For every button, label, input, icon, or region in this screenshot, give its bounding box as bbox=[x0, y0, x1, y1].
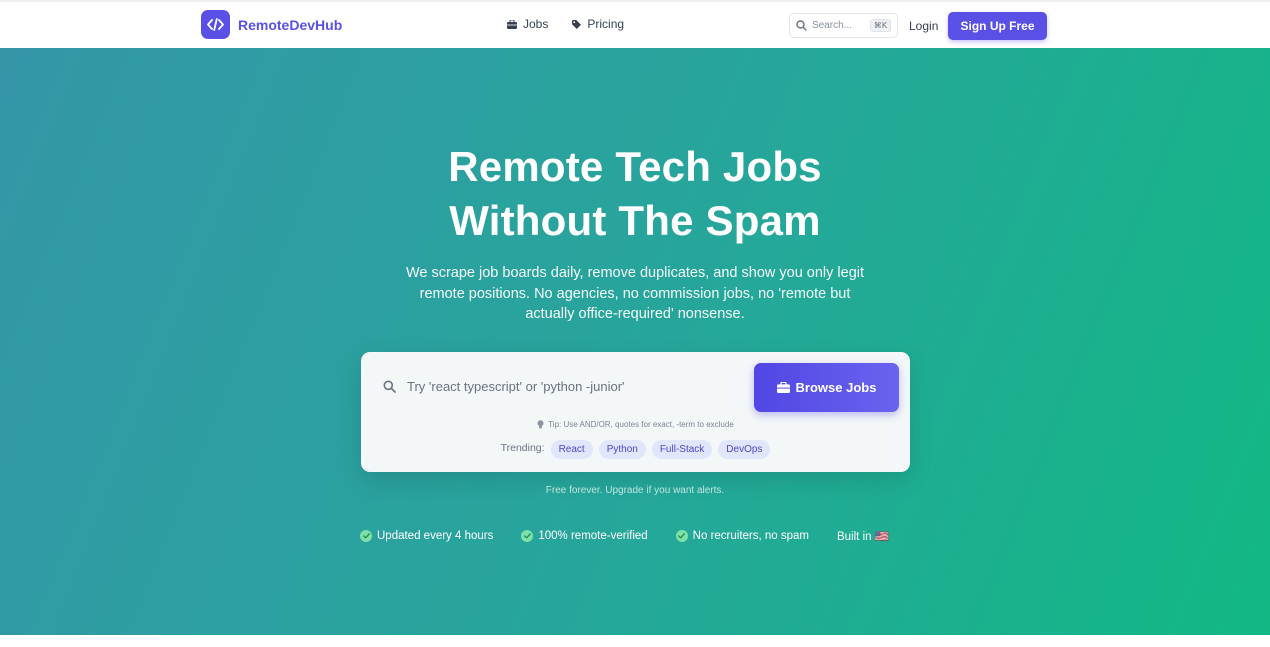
login-link[interactable]: Login bbox=[909, 19, 938, 33]
top-nav-bar: RemoteDevHub Jobs Pricing Search... ⌘K L… bbox=[0, 0, 1270, 48]
trending-chip-full-stack[interactable]: Full-Stack bbox=[651, 440, 713, 459]
job-search-input[interactable]: Try 'react typescript' or 'python -junio… bbox=[383, 379, 625, 394]
main-nav: Jobs Pricing bbox=[507, 17, 624, 31]
check-circle-icon bbox=[675, 530, 688, 542]
check-circle-icon bbox=[521, 530, 534, 542]
briefcase-icon bbox=[507, 19, 517, 29]
brand-name: RemoteDevHub bbox=[238, 16, 343, 33]
trending-chip-python[interactable]: Python bbox=[598, 440, 646, 459]
search-tip-text: Tip: Use AND/OR, quotes for exact, -term… bbox=[548, 420, 734, 429]
feature-text: No recruiters, no spam bbox=[692, 530, 809, 542]
feature-item: Built in 🇺🇸 bbox=[837, 529, 889, 543]
browse-jobs-button[interactable]: Browse Jobs bbox=[754, 363, 899, 412]
feature-text: 100% remote-verified bbox=[538, 530, 648, 542]
nav-item-label: Jobs bbox=[523, 17, 549, 31]
search-icon bbox=[796, 20, 807, 31]
browse-jobs-label: Browse Jobs bbox=[795, 380, 877, 395]
keyboard-shortcut-badge: ⌘K bbox=[869, 19, 891, 32]
trending-chip-react[interactable]: React bbox=[550, 440, 593, 459]
nav-item-jobs[interactable]: Jobs bbox=[507, 17, 548, 31]
tag-icon bbox=[572, 19, 582, 29]
hero-subtitle: We scrape job boards daily, remove dupli… bbox=[405, 265, 865, 322]
job-search-placeholder: Try 'react typescript' or 'python -junio… bbox=[407, 379, 625, 394]
search-icon bbox=[383, 380, 396, 393]
header-search-input[interactable]: Search... ⌘K bbox=[789, 13, 898, 38]
job-search-card: Try 'react typescript' or 'python -junio… bbox=[361, 352, 910, 472]
hero-section: Remote Tech Jobs Without The Spam We scr… bbox=[0, 48, 1270, 635]
code-icon bbox=[201, 10, 230, 39]
feature-text: Built in 🇺🇸 bbox=[837, 531, 890, 543]
feature-item: 100% remote-verified bbox=[521, 530, 648, 542]
check-circle-icon bbox=[360, 530, 372, 542]
hero-title-line: Without The Spam bbox=[449, 197, 821, 244]
feature-list: Updated every 4 hours 100% remote-verifi… bbox=[360, 528, 910, 544]
feature-item: Updated every 4 hours bbox=[360, 530, 493, 542]
nav-item-label: Pricing bbox=[587, 17, 625, 31]
brand-logo[interactable]: RemoteDevHub bbox=[201, 10, 342, 39]
search-placeholder: Search... bbox=[812, 20, 853, 31]
lightbulb-icon bbox=[537, 420, 544, 429]
feature-item: No recruiters, no spam bbox=[675, 530, 809, 542]
sign-up-button[interactable]: Sign Up Free bbox=[948, 12, 1047, 40]
nav-item-pricing[interactable]: Pricing bbox=[572, 17, 624, 31]
feature-text: Updated every 4 hours bbox=[377, 530, 494, 542]
trending-tags: Trending: React Python Full-Stack DevOps bbox=[361, 440, 910, 459]
hero-title: Remote Tech Jobs Without The Spam bbox=[0, 140, 1270, 248]
search-tip: Tip: Use AND/OR, quotes for exact, -term… bbox=[361, 420, 910, 429]
free-forever-note: Free forever. Upgrade if you want alerts… bbox=[545, 485, 725, 496]
hero-title-line: Remote Tech Jobs bbox=[448, 143, 822, 190]
briefcase-icon bbox=[776, 382, 790, 393]
trending-label: Trending: bbox=[500, 441, 545, 454]
trending-chip-devops[interactable]: DevOps bbox=[718, 440, 771, 459]
